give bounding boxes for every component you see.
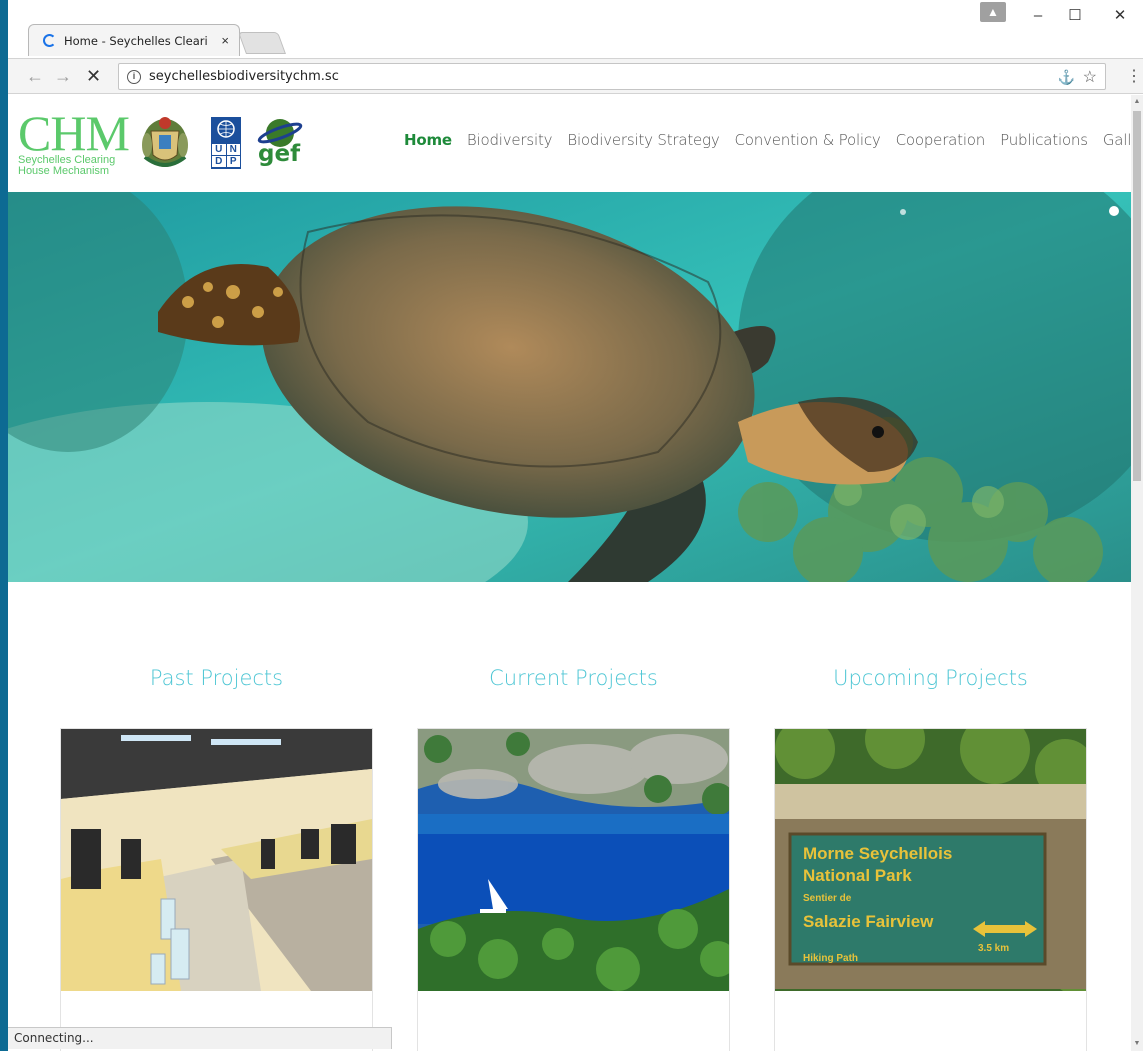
browser-tab[interactable]: Home - Seychelles Cleari ×	[28, 24, 240, 56]
page-scrollbar[interactable]: ▲ ▼	[1131, 95, 1143, 1051]
tab-title: Home - Seychelles Cleari	[64, 33, 208, 48]
sign-line-3: Sentier de	[803, 893, 852, 904]
url-text[interactable]: seychellesbiodiversitychm.sc	[149, 69, 339, 84]
past-projects-card[interactable]	[60, 728, 373, 1051]
address-bar[interactable]: i seychellesbiodiversitychm.sc ⚓ ☆	[118, 63, 1106, 90]
new-tab-button[interactable]	[237, 32, 287, 54]
undp-letter-u: U	[212, 144, 226, 155]
logo-subtitle-2: House Mechanism	[18, 165, 110, 177]
browser-toolbar: ← → ✕ i seychellesbiodiversitychm.sc ⚓ ☆…	[8, 58, 1143, 94]
title-bar: Home - Seychelles Cleari × ▲ – ☐ ✕	[8, 0, 1143, 58]
sign-line-1: Morne Seychellois	[803, 844, 952, 863]
extension-icon[interactable]: ⚓	[1058, 69, 1075, 86]
undp-logo: U N D P	[211, 117, 241, 169]
un-emblem-icon	[217, 120, 235, 138]
stop-loading-icon[interactable]: ✕	[86, 66, 101, 86]
back-icon[interactable]: ←	[26, 66, 44, 86]
nav-convention-policy[interactable]: Convention & Policy	[735, 131, 881, 149]
bookmark-star-icon[interactable]: ☆	[1083, 67, 1097, 87]
main-navigation: Home Biodiversity Biodiversity Strategy …	[404, 131, 1131, 149]
minimize-button[interactable]: –	[1023, 6, 1053, 26]
scroll-up-arrow-icon[interactable]: ▲	[1131, 95, 1143, 109]
sign-line-4: Salazie Fairview	[803, 912, 934, 931]
national-park-sign-image[interactable]: Morne Seychellois National Park Sentier …	[775, 729, 1086, 991]
loading-spinner-icon	[43, 34, 56, 47]
maximize-button[interactable]: ☐	[1060, 6, 1090, 26]
window-edge	[0, 0, 8, 1051]
undp-letter-p: P	[226, 156, 240, 167]
sign-line-5: Hiking Path	[803, 953, 858, 964]
status-bubble: Connecting...	[8, 1027, 392, 1049]
nav-gallery[interactable]: Gallery	[1103, 131, 1131, 149]
sign-distance: 3.5 km	[978, 943, 1009, 954]
scroll-thumb[interactable]	[1133, 111, 1141, 481]
site-header: CHM Seychelles Clearing House Mechanism	[8, 95, 1131, 193]
slider-indicator[interactable]	[1109, 206, 1119, 216]
nav-cooperation[interactable]: Cooperation	[896, 131, 986, 149]
forward-icon[interactable]: →	[54, 66, 72, 86]
projects-section: Past Projects Current Projects Upcoming …	[8, 582, 1131, 1051]
close-window-button[interactable]: ✕	[1105, 6, 1135, 26]
island-bay-image[interactable]	[418, 729, 729, 991]
current-projects-title[interactable]: Current Projects	[417, 666, 730, 690]
nav-biodiversity[interactable]: Biodiversity	[467, 131, 553, 149]
past-projects-title[interactable]: Past Projects	[60, 666, 373, 690]
seychelles-coat-of-arms-icon	[142, 117, 188, 167]
gef-logo: gef	[254, 113, 304, 171]
browser-window: Home - Seychelles Cleari × ▲ – ☐ ✕ ← → ✕…	[0, 0, 1143, 1051]
logo-text: CHM	[18, 105, 130, 161]
nav-publications[interactable]: Publications	[1000, 131, 1088, 149]
current-projects-card[interactable]	[417, 728, 730, 1051]
gef-text: gef	[258, 141, 301, 167]
undp-letter-d: D	[212, 156, 226, 167]
browser-menu-icon[interactable]: ⋮	[1126, 66, 1142, 86]
sign-line-2: National Park	[803, 866, 912, 885]
sea-turtle-image	[8, 192, 1131, 582]
nav-home[interactable]: Home	[404, 131, 452, 149]
tab-close-icon[interactable]: ×	[221, 33, 229, 48]
meeting-room-image[interactable]	[61, 729, 372, 991]
upcoming-projects-title[interactable]: Upcoming Projects	[774, 666, 1087, 690]
site-info-icon[interactable]: i	[127, 69, 141, 84]
undp-letter-n: N	[226, 144, 240, 155]
nav-biodiversity-strategy[interactable]: Biodiversity Strategy	[567, 131, 719, 149]
profile-icon[interactable]: ▲	[980, 2, 1006, 22]
chm-logo[interactable]: CHM Seychelles Clearing House Mechanism	[18, 105, 130, 177]
upcoming-projects-card[interactable]: Morne Seychellois National Park Sentier …	[774, 728, 1087, 1051]
page-viewport: CHM Seychelles Clearing House Mechanism	[8, 95, 1131, 1051]
scroll-down-arrow-icon[interactable]: ▼	[1131, 1037, 1143, 1051]
hero-slider[interactable]	[8, 192, 1131, 582]
